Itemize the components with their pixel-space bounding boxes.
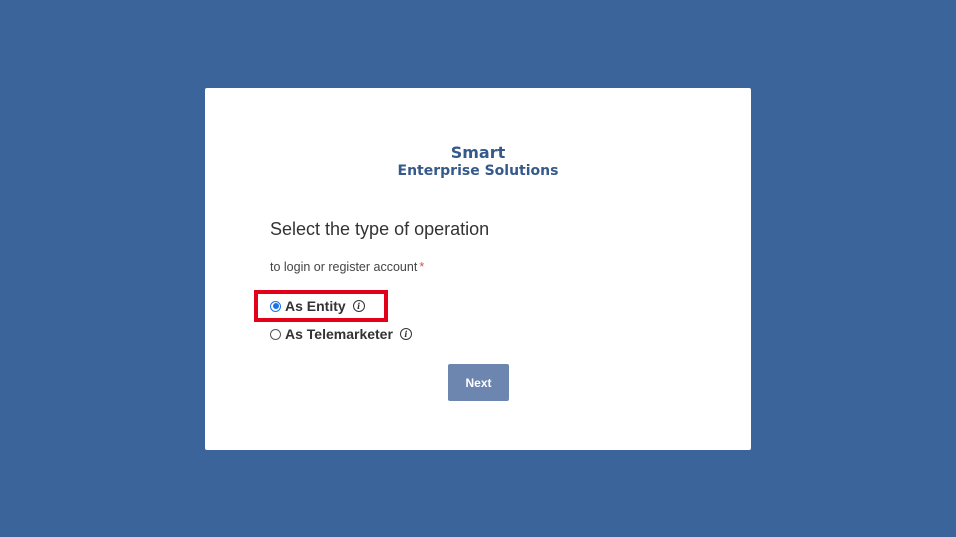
page-title: Select the type of operation [270, 219, 490, 239]
required-asterisk: * [419, 260, 425, 274]
brand-line-1: Smart [450, 143, 506, 162]
subtext-label: to login or register account [270, 260, 418, 274]
brand-line-2: Enterprise Solutions [397, 163, 559, 179]
telemarketer-radio[interactable] [270, 328, 281, 340]
form-subtext: to login or register account * [270, 260, 424, 274]
info-icon[interactable]: i [352, 300, 365, 312]
telemarketer-label: As Telemarketer [285, 326, 393, 342]
next-button[interactable]: Next [448, 364, 509, 401]
option-as-telemarketer[interactable]: As Telemarketer i [270, 326, 412, 342]
entity-label: As Entity [285, 298, 346, 314]
brand-logo: Smart Enterprise Solutions [205, 143, 751, 180]
entity-radio[interactable] [270, 300, 281, 312]
option-as-entity[interactable]: As Entity i [270, 298, 365, 314]
login-type-card: Smart Enterprise Solutions Select the ty… [205, 88, 751, 450]
info-icon[interactable]: i [399, 328, 412, 340]
